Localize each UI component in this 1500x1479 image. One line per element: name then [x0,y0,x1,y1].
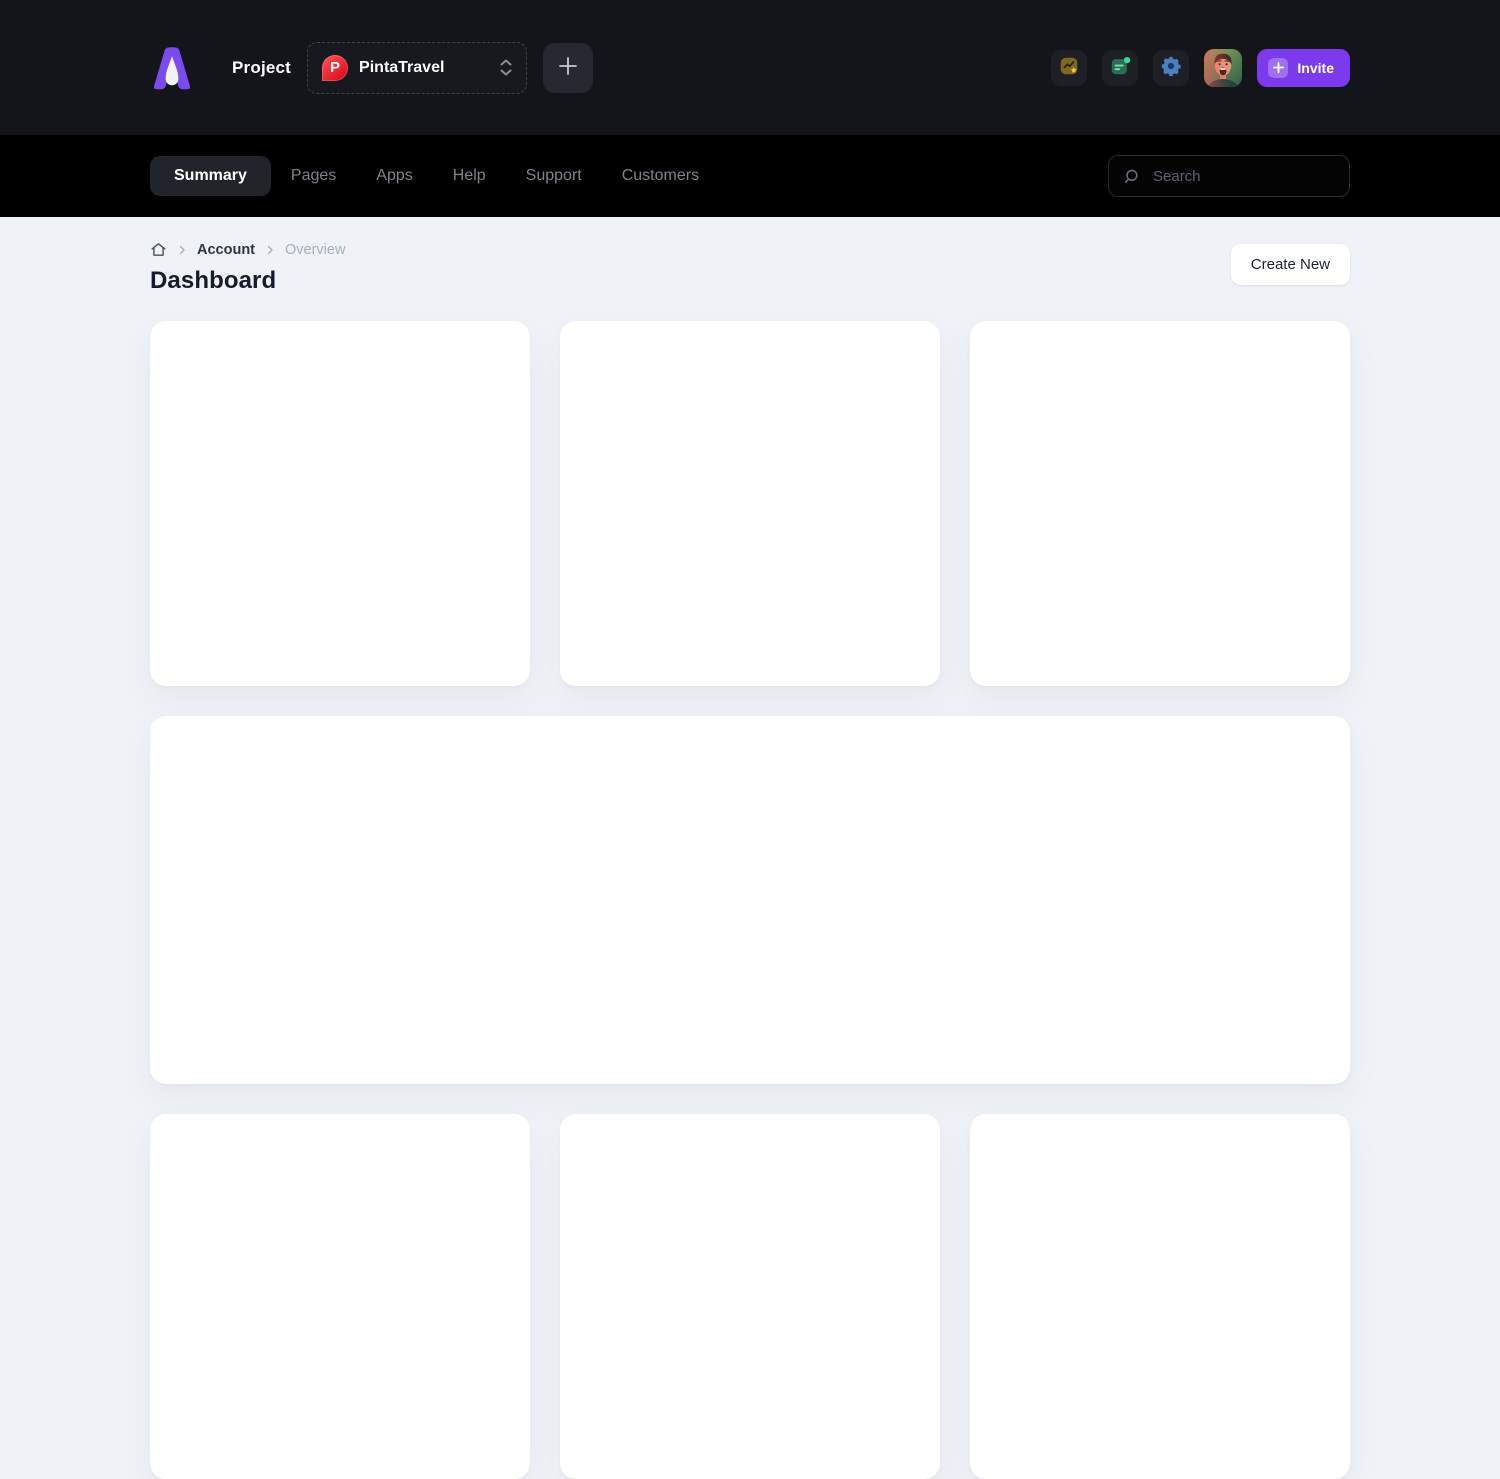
breadcrumb: Account Overview [150,241,345,258]
tab-help[interactable]: Help [433,156,506,196]
search-box [1108,155,1350,197]
header-actions: Invite [1051,49,1350,87]
plus-icon [556,54,580,81]
cards-row-bottom [150,1114,1350,1479]
invite-button[interactable]: Invite [1257,49,1350,87]
project-selector-value: PintaTravel [359,59,500,77]
main-content: Account Overview Dashboard Create New [0,217,1500,1479]
notes-notification-icon [1109,55,1131,80]
tab-customers[interactable]: Customers [602,156,719,196]
nav-tabs: Summary Pages Apps Help Support Customer… [150,156,719,196]
invite-button-label: Invite [1297,60,1334,76]
search-input[interactable] [1151,167,1336,186]
dashboard-card [560,321,940,686]
analytics-star-icon [1058,55,1080,80]
add-project-button[interactable] [543,43,593,93]
page-head: Account Overview Dashboard Create New [150,241,1350,295]
analytics-button[interactable] [1051,50,1087,86]
create-new-button[interactable]: Create New [1231,244,1350,285]
dashboard-card [560,1114,940,1479]
settings-button[interactable] [1153,50,1189,86]
user-avatar[interactable] [1204,49,1242,87]
search-icon [1122,167,1141,186]
pintatravel-logo-icon: P [322,55,348,81]
dashboard-card [970,321,1350,686]
breadcrumb-account[interactable]: Account [197,242,255,258]
app-header: Project P PintaTravel [0,0,1500,135]
tab-support[interactable]: Support [506,156,602,196]
dashboard-card [150,321,530,686]
tab-summary[interactable]: Summary [150,156,271,196]
page-head-left: Account Overview Dashboard [150,241,345,295]
settings-gear-icon [1160,55,1182,80]
up-down-chevron-icon [500,59,512,76]
notes-button[interactable] [1102,50,1138,86]
dashboard-card-wide [150,716,1350,1084]
dashboard-card [150,1114,530,1479]
tab-pages[interactable]: Pages [271,156,356,196]
main-nav: Summary Pages Apps Help Support Customer… [0,135,1500,217]
page-title: Dashboard [150,267,345,295]
chevron-right-icon [176,244,188,256]
breadcrumb-overview: Overview [285,242,345,258]
plus-icon [1268,58,1288,78]
tab-apps[interactable]: Apps [356,156,432,196]
project-label: Project [232,58,291,78]
dashboard-card [970,1114,1350,1479]
brand-logo-icon[interactable] [148,44,196,92]
chevron-right-icon [264,244,276,256]
cards-row-top [150,321,1350,686]
project-selector-dropdown[interactable]: P PintaTravel [307,42,527,94]
home-icon[interactable] [150,241,167,258]
